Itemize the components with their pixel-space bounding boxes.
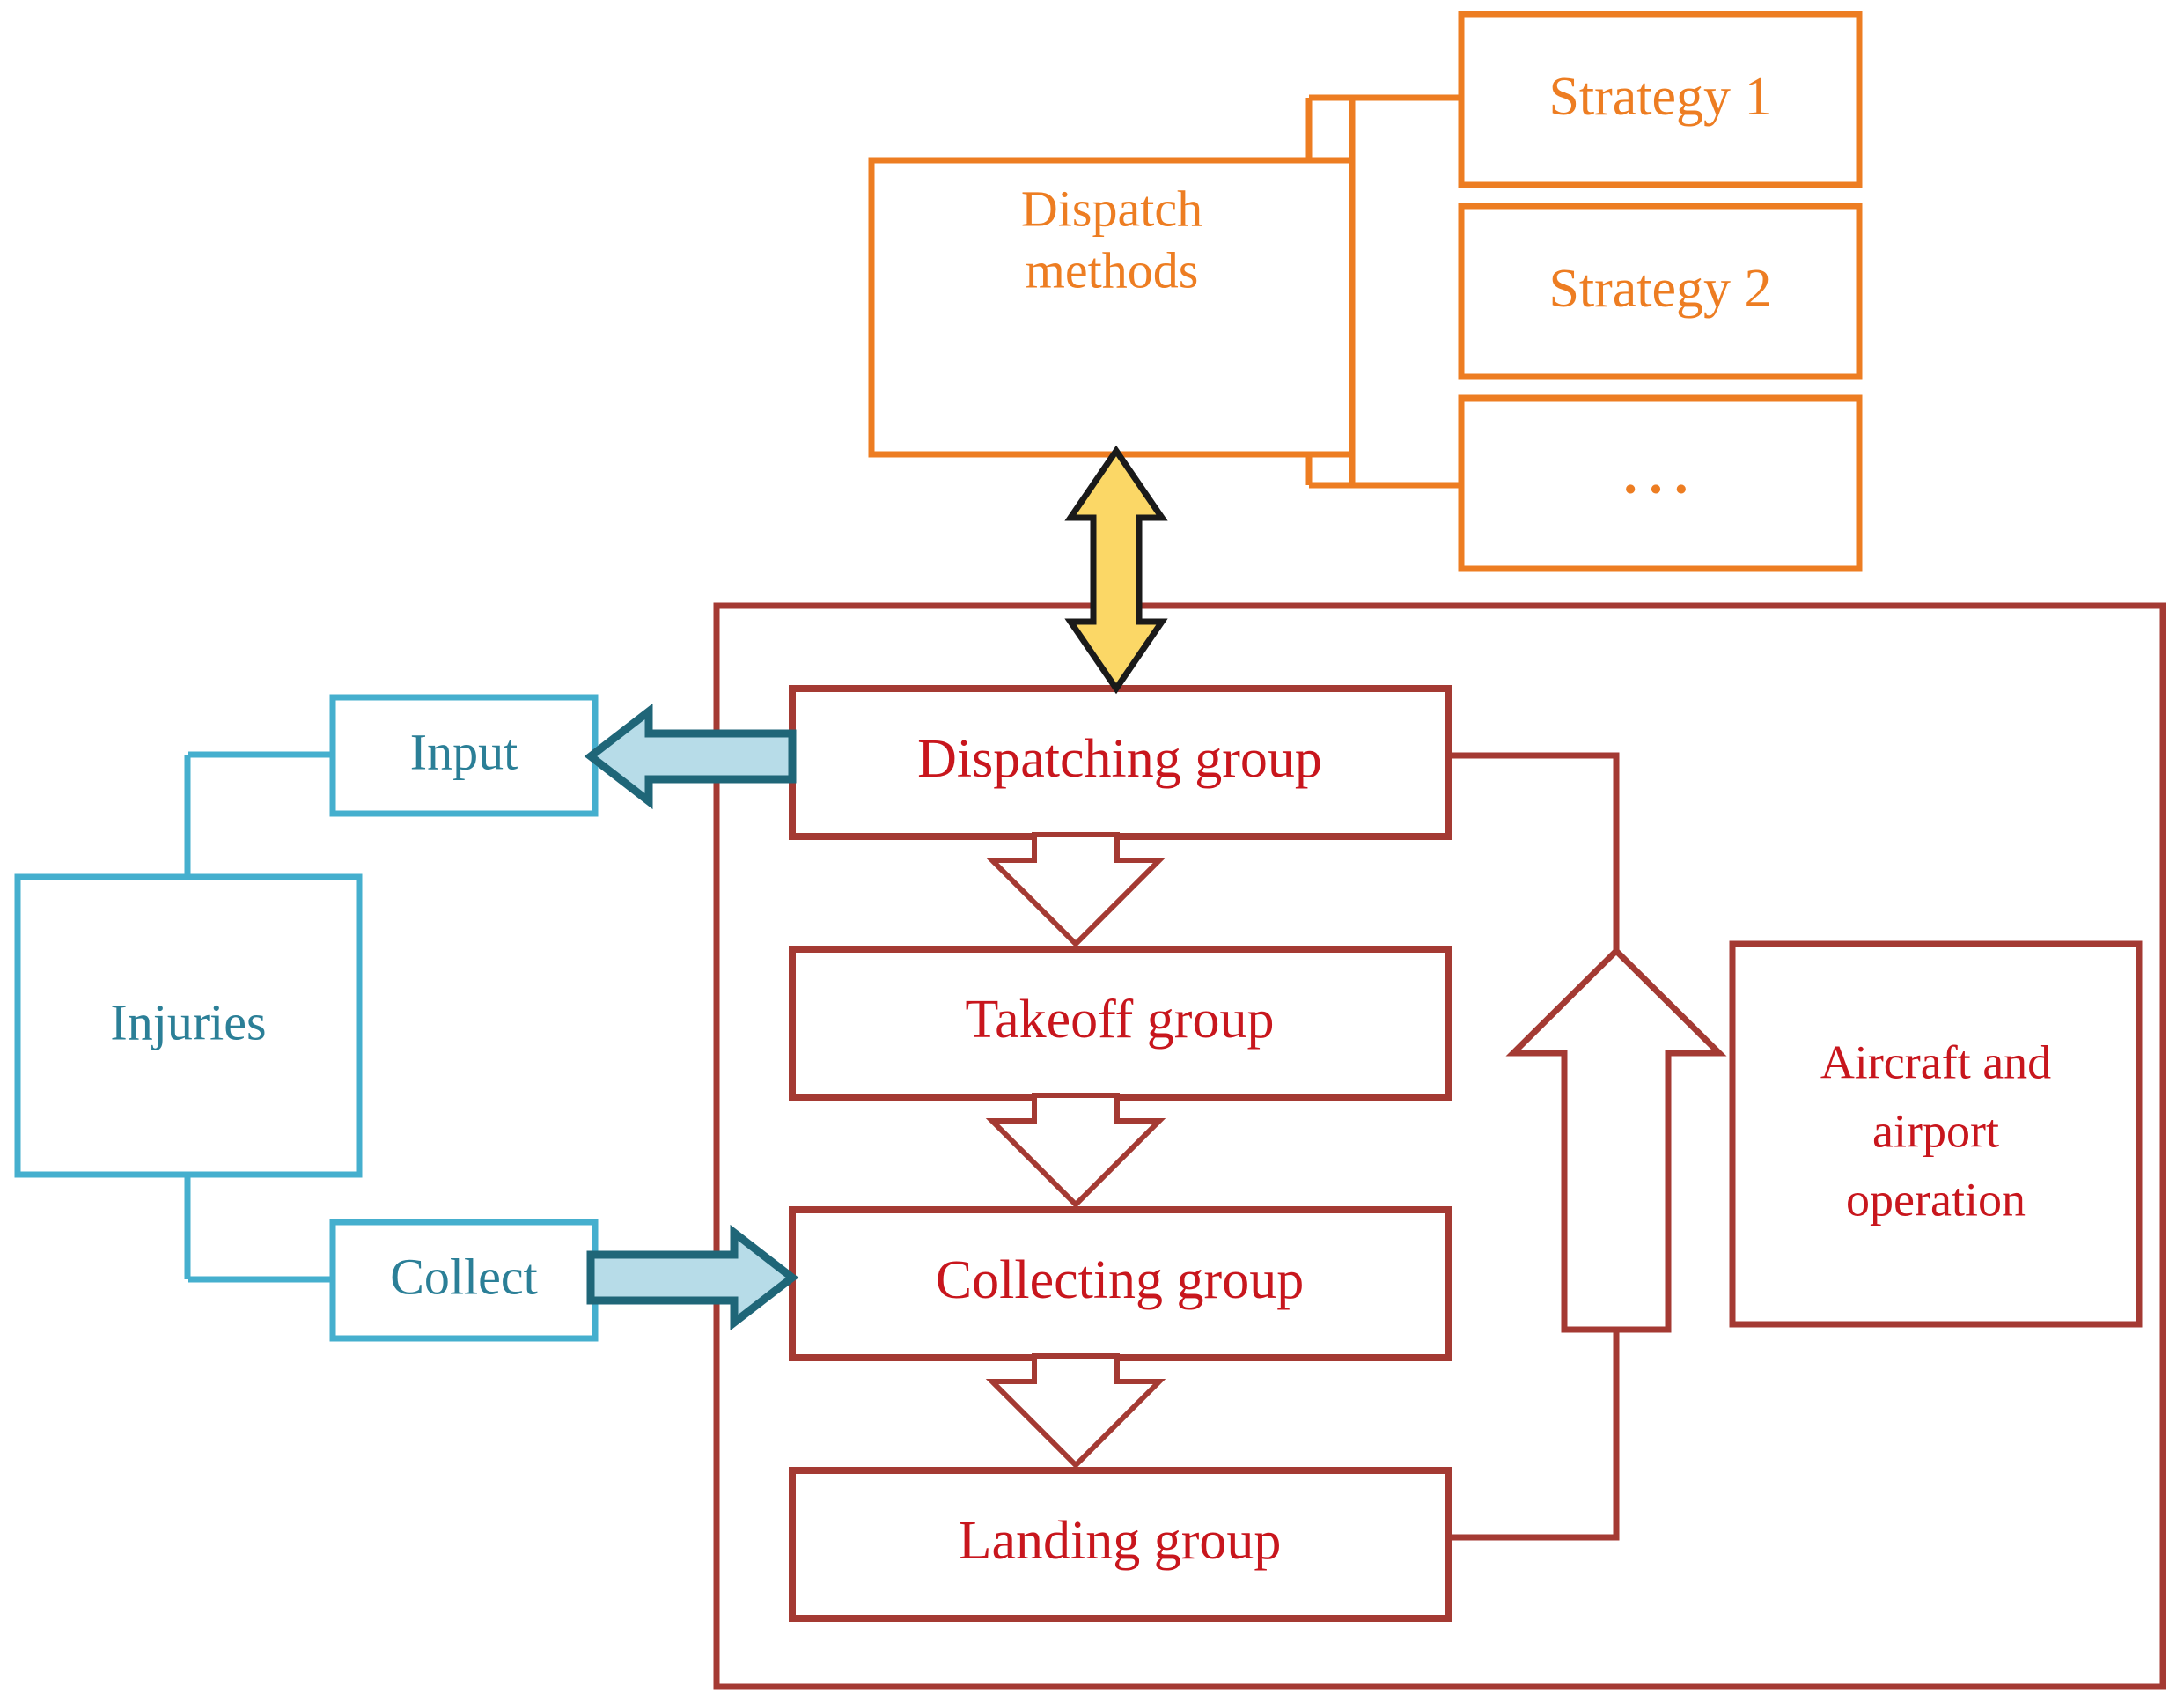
feedback-up-arrow xyxy=(1505,947,1727,1333)
collecting-group-label: Collecting group xyxy=(936,1250,1304,1310)
collect-label: Collect xyxy=(390,1248,538,1305)
strategy-more-label: … xyxy=(1618,425,1702,510)
feedback-top-line xyxy=(1448,752,1620,960)
takeoff-group-label: Takeoff group xyxy=(966,990,1275,1050)
arrow-dispatching-to-takeoff xyxy=(985,832,1166,948)
input-to-dispatching-arrow xyxy=(584,703,797,810)
dispatch-methods-label-line2: methods xyxy=(1026,241,1199,298)
strategy-1-label: Strategy 1 xyxy=(1548,67,1771,127)
injuries-label: Injuries xyxy=(110,993,266,1050)
dispatch-methods-label-line1: Dispatch xyxy=(1021,180,1202,237)
input-label: Input xyxy=(410,723,518,780)
arrow-collecting-to-landing xyxy=(985,1353,1166,1470)
aircraft-operation-label-line2: airport xyxy=(1872,1104,1999,1157)
flow-diagram: Dispatch methods Strategy 1 Strategy 2 …… xyxy=(14,11,2166,1690)
patient-boxes xyxy=(14,694,599,1342)
strategy-2-label: Strategy 2 xyxy=(1548,259,1771,319)
landing-group-label: Landing group xyxy=(959,1511,1282,1571)
diagram-canvas: Dispatch methods Strategy 1 Strategy 2 …… xyxy=(0,0,2184,1702)
collecting-to-collect-arrow xyxy=(586,1224,799,1331)
dispatch-bidirectional-arrow xyxy=(1064,445,1168,695)
dispatching-group-label: Dispatching group xyxy=(917,729,1322,789)
aircraft-operation-label-line1: Aircraft and xyxy=(1820,1035,2051,1088)
feedback-bottom-line xyxy=(1448,1330,1620,1541)
arrow-takeoff-to-collecting xyxy=(985,1093,1166,1209)
aircraft-operation-label-line3: operation xyxy=(1846,1173,2026,1226)
stage-flow-arrows xyxy=(985,832,1166,1470)
